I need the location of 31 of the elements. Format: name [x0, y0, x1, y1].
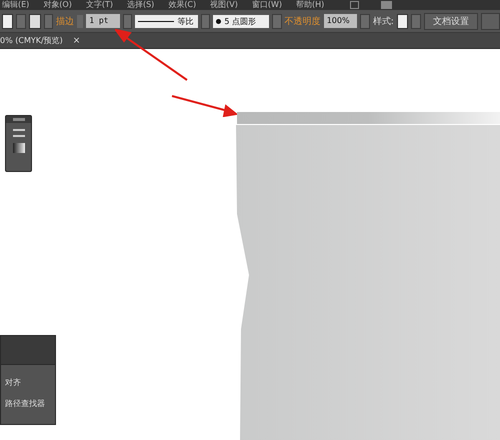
panel-item[interactable]: 对齐 — [5, 377, 55, 388]
document-setup-button[interactable]: 文档设置 — [424, 12, 478, 30]
caret-icon[interactable] — [360, 14, 370, 28]
menu-item[interactable]: 窗口(W) — [252, 0, 282, 10]
opacity-field[interactable]: 100% — [324, 14, 358, 28]
document-tab[interactable]: 0% (CMYK/预览) — [0, 35, 63, 46]
menu-item[interactable]: 编辑(E) — [2, 0, 30, 10]
menu-item[interactable]: 视图(V) — [210, 0, 238, 10]
bullet-icon — [216, 18, 222, 24]
menu-item[interactable]: 选择(S) — [126, 0, 154, 10]
stroke-swatch[interactable] — [29, 14, 41, 28]
style-label: 样式: — [372, 16, 394, 28]
style-swatch[interactable] — [396, 14, 408, 28]
brush-dropdown[interactable]: 5 点圆形 — [213, 14, 269, 28]
stroke-weight-field[interactable]: 1 pt — [86, 14, 120, 28]
caret-icon[interactable] — [272, 14, 282, 28]
menu-item[interactable]: 效果(C) — [168, 0, 196, 10]
layout-icon[interactable] — [381, 1, 392, 9]
menu-item[interactable]: 文字(T) — [86, 0, 113, 10]
tab-close-button[interactable]: × — [72, 36, 80, 46]
profile-dropdown[interactable]: 等比 — [135, 14, 198, 28]
window-icon[interactable] — [350, 1, 360, 9]
caret-icon[interactable] — [122, 14, 132, 28]
panel-item[interactable]: 路径查找器 — [5, 398, 55, 409]
gradient-icon[interactable] — [12, 143, 24, 153]
menu-item[interactable]: 对象(O) — [43, 0, 72, 10]
caret-icon[interactable] — [200, 14, 210, 28]
arrow-annotation — [171, 93, 237, 117]
fill-swatch[interactable] — [2, 14, 14, 28]
menu-icon[interactable] — [12, 129, 24, 137]
menu-item[interactable]: 帮助(H) — [296, 0, 324, 10]
